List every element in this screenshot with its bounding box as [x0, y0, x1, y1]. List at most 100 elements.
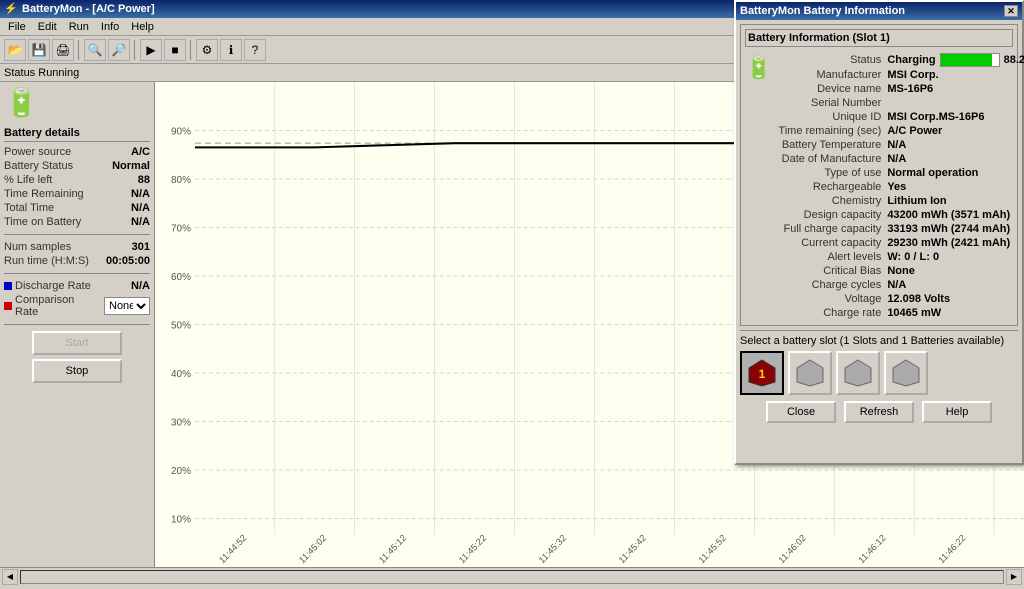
slot-4-icon[interactable] [884, 351, 928, 395]
start-button[interactable]: Start [32, 331, 122, 355]
discharge-color-indicator [4, 282, 12, 290]
svg-text:1: 1 [759, 367, 766, 381]
separator-3 [190, 40, 192, 60]
help-dialog-button[interactable]: Help [922, 401, 992, 423]
comparison-color-indicator [4, 302, 12, 310]
svg-text:10%: 10% [171, 515, 191, 526]
field-value: 33193 mWh (2744 mAh) [887, 223, 1024, 235]
runtime-row: Run time (H:M:S) 00:05:00 [4, 255, 150, 267]
scroll-left-button[interactable]: ◀ [2, 569, 18, 585]
field-value: W: 0 / L: 0 [887, 251, 1024, 263]
life-left-label: % Life left [4, 174, 52, 186]
menu-run[interactable]: Run [63, 20, 95, 34]
battery-info-table: Status Charging 88.2% [776, 51, 1024, 321]
battery-details-title: Battery details [4, 127, 150, 142]
table-row: ManufacturerMSI Corp. [778, 69, 1024, 81]
field-label: Date of Manufacture [778, 153, 885, 165]
open-button[interactable]: 📂 [4, 39, 26, 61]
info-button[interactable]: ℹ [220, 39, 242, 61]
field-value: MSI Corp.MS-16P6 [887, 111, 1024, 123]
battery-status-label: Battery Status [4, 160, 73, 172]
slot-2-icon[interactable] [788, 351, 832, 395]
slot-section: Select a battery slot (1 Slots and 1 Bat… [740, 330, 1018, 423]
field-label: Manufacturer [778, 69, 885, 81]
battery-icon-area: 🔋 [4, 86, 150, 119]
divider-2 [4, 273, 150, 274]
menu-help[interactable]: Help [125, 20, 160, 34]
field-value: MSI Corp. [887, 69, 1024, 81]
dialog-body: Battery Information (Slot 1) 🔋 Status [736, 20, 1022, 427]
table-row: Battery TemperatureN/A [778, 139, 1024, 151]
table-row: Unique IDMSI Corp.MS-16P6 [778, 111, 1024, 123]
battery-status-value: Normal [112, 160, 150, 172]
field-label: Time remaining (sec) [778, 125, 885, 137]
charge-bar-fill [941, 54, 992, 66]
field-value: MS-16P6 [887, 83, 1024, 95]
field-value: N/A [887, 153, 1024, 165]
refresh-button[interactable]: Refresh [844, 401, 914, 423]
comparison-rate-select[interactable]: None [104, 297, 150, 315]
table-row: Charge rate10465 mW [778, 307, 1024, 319]
field-label: Full charge capacity [778, 223, 885, 235]
table-row: Design capacity43200 mWh (3571 mAh) [778, 209, 1024, 221]
separator-1 [78, 40, 80, 60]
svg-text:90%: 90% [171, 127, 191, 138]
field-value: Normal operation [887, 167, 1024, 179]
dialog-close-button[interactable]: ✕ [1004, 5, 1018, 17]
stop-toolbar-button[interactable]: ■ [164, 39, 186, 61]
close-dialog-button[interactable]: Close [766, 401, 836, 423]
dialog-title-text: BatteryMon Battery Information [740, 5, 905, 17]
left-panel: 🔋 Battery details Power source A/C Batte… [0, 82, 155, 567]
stop-button[interactable]: Stop [32, 359, 122, 383]
charge-bar [940, 53, 1000, 67]
svg-text:50%: 50% [171, 321, 191, 332]
power-source-label: Power source [4, 146, 71, 158]
menu-edit[interactable]: Edit [32, 20, 63, 34]
field-label: Type of use [778, 167, 885, 179]
svg-text:80%: 80% [171, 175, 191, 186]
zoom-out-button[interactable]: 🔎 [108, 39, 130, 61]
time-on-battery-row: Time on Battery N/A [4, 216, 150, 228]
slot-1-icon[interactable]: 1 [740, 351, 784, 395]
charge-percent: 88.2% [1004, 54, 1024, 66]
discharge-rate-label: Discharge Rate [15, 280, 91, 292]
field-label: Device name [778, 83, 885, 95]
time-on-battery-value: N/A [131, 216, 150, 228]
field-label: Chemistry [778, 195, 885, 207]
menu-file[interactable]: File [2, 20, 32, 34]
field-label: Battery Temperature [778, 139, 885, 151]
runtime-label: Run time (H:M:S) [4, 255, 89, 267]
title-bar-text: BatteryMon - [A/C Power] [22, 3, 155, 15]
field-label: Alert levels [778, 251, 885, 263]
runtime-value: 00:05:00 [106, 255, 150, 267]
menu-info[interactable]: Info [95, 20, 125, 34]
scroll-right-button[interactable]: ▶ [1006, 569, 1022, 585]
print-button[interactable]: 🖨 [52, 39, 74, 61]
total-time-value: N/A [131, 202, 150, 214]
field-value: Yes [887, 181, 1024, 193]
horizontal-scrollbar[interactable] [20, 570, 1004, 584]
life-left-value: 88 [138, 174, 150, 186]
status-label: Status [4, 67, 35, 79]
help-toolbar-button[interactable]: ? [244, 39, 266, 61]
dialog-battery-icon: 🔋 [745, 55, 772, 80]
save-button[interactable]: 💾 [28, 39, 50, 61]
svg-text:60%: 60% [171, 272, 191, 283]
run-button[interactable]: ▶ [140, 39, 162, 61]
table-row: ChemistryLithium Ion [778, 195, 1024, 207]
field-label: Voltage [778, 293, 885, 305]
table-row: Voltage12.098 Volts [778, 293, 1024, 305]
slot-3-icon[interactable] [836, 351, 880, 395]
table-row: RechargeableYes [778, 181, 1024, 193]
settings-button[interactable]: ⚙ [196, 39, 218, 61]
field-value: None [887, 265, 1024, 277]
field-label: Unique ID [778, 111, 885, 123]
zoom-in-button[interactable]: 🔍 [84, 39, 106, 61]
power-source-row: Power source A/C [4, 146, 150, 158]
life-left-row: % Life left 88 [4, 174, 150, 186]
field-label: Charge cycles [778, 279, 885, 291]
num-samples-label: Num samples [4, 241, 71, 253]
svg-text:70%: 70% [171, 224, 191, 235]
field-value [887, 97, 1024, 109]
field-label: Charge rate [778, 307, 885, 319]
